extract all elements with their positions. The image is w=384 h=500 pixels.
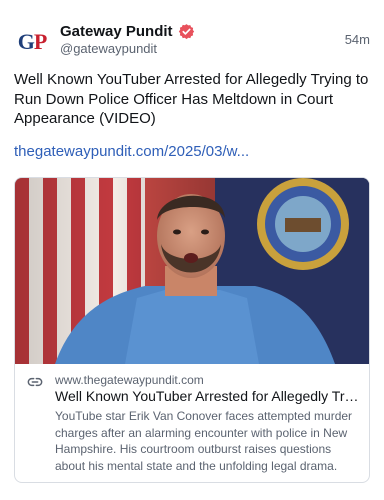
link-preview-card[interactable]: www.thegatewaypundit.com Well Known YouT…: [14, 177, 370, 483]
post-header: GP Gateway Pundit @gatewaypundit 54m: [14, 20, 374, 64]
link-icon: [27, 374, 43, 390]
verified-badge-icon: [178, 23, 195, 40]
author-name-row: Gateway Pundit: [60, 21, 195, 41]
author-display-name[interactable]: Gateway Pundit: [60, 23, 173, 40]
link-card-description: YouTube star Erik Van Conover faces atte…: [55, 409, 353, 473]
avatar[interactable]: GP: [14, 24, 50, 60]
post-link[interactable]: thegatewaypundit.com/2025/03/w...: [14, 143, 249, 160]
link-preview-image: [15, 178, 369, 364]
author-handle[interactable]: @gatewaypundit: [60, 41, 157, 56]
link-card-title[interactable]: Well Known YouTuber Arrested for Alleged…: [55, 388, 363, 404]
avatar-logo: GP: [17, 29, 48, 54]
link-preview-meta: www.thegatewaypundit.com Well Known YouT…: [15, 364, 369, 482]
post: GP Gateway Pundit @gatewaypundit 54m Wel…: [0, 0, 384, 500]
post-timestamp[interactable]: 54m: [345, 32, 370, 47]
link-card-domain: www.thegatewaypundit.com: [55, 373, 204, 387]
post-text: Well Known YouTuber Arrested for Alleged…: [14, 71, 369, 127]
